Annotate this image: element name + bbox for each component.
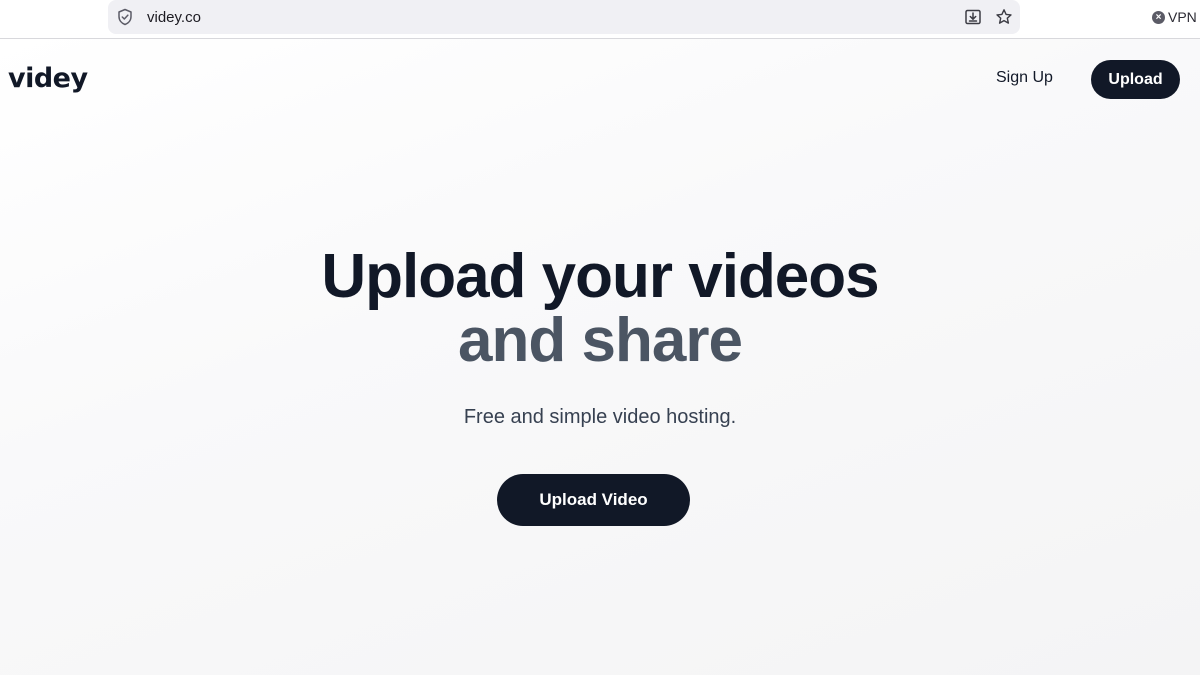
upload-video-button[interactable]: Upload Video [497,474,690,526]
page-body: videy Sign Up Upload Upload your videos … [0,39,1200,675]
download-icon[interactable] [964,8,982,26]
close-circle-icon: × [1152,10,1165,24]
hero-title-line1: Upload your videos [321,242,879,311]
sign-up-link[interactable]: Sign Up [996,69,1053,87]
logo[interactable]: videy [8,63,88,94]
url-text[interactable]: videy.co [147,9,201,26]
shield-icon[interactable] [116,8,134,26]
browser-toolbar: videy.co × VPN [0,0,1200,39]
vpn-status[interactable]: × VPN [1152,8,1197,26]
star-icon[interactable] [995,8,1013,26]
upload-button[interactable]: Upload [1091,60,1180,99]
vpn-label: VPN [1168,9,1197,25]
hero-subtitle: Free and simple video hosting. [463,406,737,428]
hero: Upload your videos and share [0,245,1200,373]
address-bar[interactable]: videy.co [108,0,1020,34]
hero-title-line2: and share [458,306,743,375]
